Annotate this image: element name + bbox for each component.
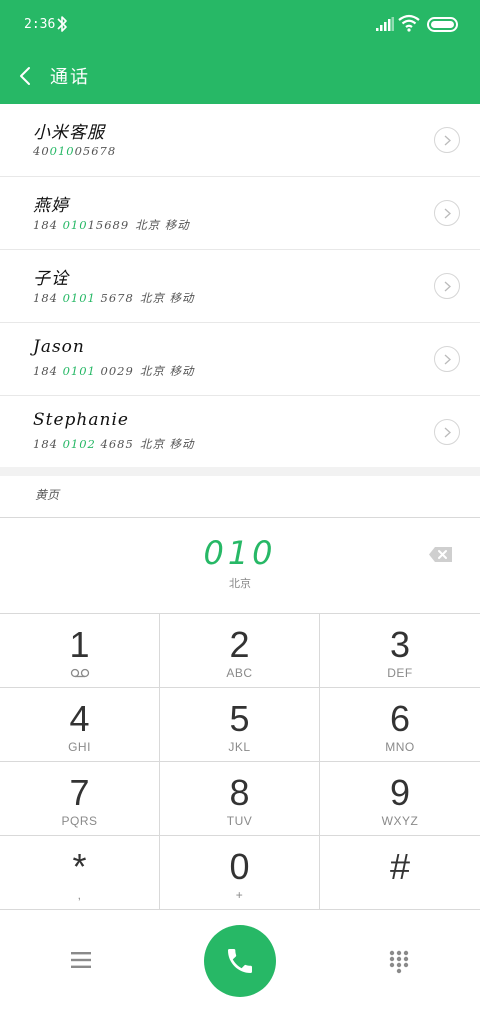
contact-location: 北京 移动 [139, 437, 195, 451]
contact-location: 北京 移动 [139, 291, 195, 305]
key-5[interactable]: 5 JKL [160, 688, 320, 762]
key-digit: 8 [229, 772, 250, 813]
key-digit: 0 [229, 846, 250, 887]
contact-detail-button[interactable] [434, 273, 460, 299]
key-digit: * [72, 846, 87, 887]
key-digit: 9 [389, 772, 411, 813]
chevron-right-icon [444, 354, 451, 365]
back-chevron-icon[interactable] [16, 64, 36, 88]
contact-row[interactable]: Jason 184 0101 0029 北京 移动 [0, 323, 480, 396]
contact-row[interactable]: Stephanie 184 0102 4685 北京 移动 [0, 396, 480, 469]
contact-name: Jason [33, 337, 85, 357]
bluetooth-icon [57, 16, 67, 32]
key-star[interactable]: * , [0, 836, 160, 910]
key-hash[interactable]: # [320, 836, 480, 910]
dialpad-icon[interactable] [389, 950, 409, 974]
dialpad: 1 2 ABC 3 DEF 4 GHI 5 JKL 6 MNO 7 PQRS 8… [0, 614, 480, 910]
contact-detail-button[interactable] [434, 346, 460, 372]
contact-name: 子诠 [33, 269, 69, 289]
contact-number: 184 01015689 北京 移动 [33, 218, 190, 232]
key-0[interactable]: 0 + [160, 836, 320, 910]
app-header: 2:36 通话 [0, 0, 480, 104]
contact-row[interactable]: 小米客服 4001005678 [0, 104, 480, 177]
contact-detail-button[interactable] [434, 200, 460, 226]
key-6[interactable]: 6 MNO [320, 688, 480, 762]
contact-detail-button[interactable] [434, 127, 460, 153]
yellow-pages-row[interactable]: 黄页 [0, 476, 480, 518]
key-digit: 2 [229, 624, 250, 665]
key-letters: DEF [387, 666, 413, 680]
key-digit: 4 [69, 698, 90, 739]
key-7[interactable]: 7 PQRS [0, 762, 160, 836]
dial-display: 010 北京 [0, 518, 480, 614]
chevron-right-icon [444, 427, 451, 438]
key-3[interactable]: 3 DEF [320, 614, 480, 688]
menu-icon[interactable] [71, 951, 91, 969]
contact-name: 小米客服 [33, 123, 105, 143]
backspace-icon[interactable] [428, 546, 453, 563]
key-letters: JKL [228, 740, 251, 754]
title-bar: 通话 [0, 50, 480, 104]
key-letters: WXYZ [381, 814, 419, 828]
contact-row[interactable]: 燕婷 184 01015689 北京 移动 [0, 177, 480, 250]
key-8[interactable]: 8 TUV [160, 762, 320, 836]
status-bar: 2:36 [0, 0, 480, 50]
page-title: 通话 [50, 67, 90, 88]
key-4[interactable]: 4 GHI [0, 688, 160, 762]
key-letters: TUV [226, 814, 253, 828]
contact-location: 北京 移动 [135, 218, 190, 232]
yellow-pages-label: 黄页 [35, 488, 60, 502]
contact-name: 燕婷 [33, 196, 69, 216]
key-letters: , [77, 888, 82, 902]
dialed-area: 北京 [229, 577, 251, 590]
bottom-bar [0, 910, 480, 1013]
key-letters: + [235, 888, 244, 902]
chevron-right-icon [444, 208, 451, 219]
key-letters: MNO [385, 740, 415, 754]
chevron-right-icon [444, 135, 451, 146]
contact-number: 184 0102 4685 北京 移动 [33, 437, 195, 451]
voicemail-icon [70, 668, 90, 678]
chevron-right-icon [444, 281, 451, 292]
contact-location: 北京 移动 [139, 364, 195, 378]
wifi-icon [398, 14, 420, 32]
contact-name: Stephanie [33, 410, 129, 430]
key-digit: 3 [389, 624, 411, 665]
battery-icon [427, 17, 458, 32]
key-2[interactable]: 2 ABC [160, 614, 320, 688]
key-digit: 1 [69, 624, 90, 665]
contact-row[interactable]: 子诠 184 0101 5678 北京 移动 [0, 250, 480, 323]
contact-number: 184 0101 5678 北京 移动 [33, 291, 195, 305]
key-letters: GHI [68, 740, 91, 754]
key-digit: 7 [69, 772, 90, 813]
key-1[interactable]: 1 [0, 614, 160, 688]
phone-icon [228, 949, 252, 973]
call-button[interactable] [204, 925, 276, 997]
contact-detail-button[interactable] [434, 419, 460, 445]
section-divider [0, 467, 480, 476]
key-9[interactable]: 9 WXYZ [320, 762, 480, 836]
dialed-number: 010 [203, 534, 277, 572]
key-digit: 5 [229, 698, 250, 739]
signal-icon [376, 17, 394, 31]
contact-number: 4001005678 [33, 144, 117, 158]
status-time: 2:36 [24, 17, 56, 32]
key-letters: ABC [226, 666, 253, 680]
key-digit: # [389, 846, 411, 887]
key-digit: 6 [389, 698, 411, 739]
contact-results-list: 小米客服 4001005678 燕婷 184 01015689 北京 移动 子诠 … [0, 104, 480, 469]
contact-number: 184 0101 0029 北京 移动 [33, 364, 195, 378]
key-letters: PQRS [61, 814, 98, 828]
